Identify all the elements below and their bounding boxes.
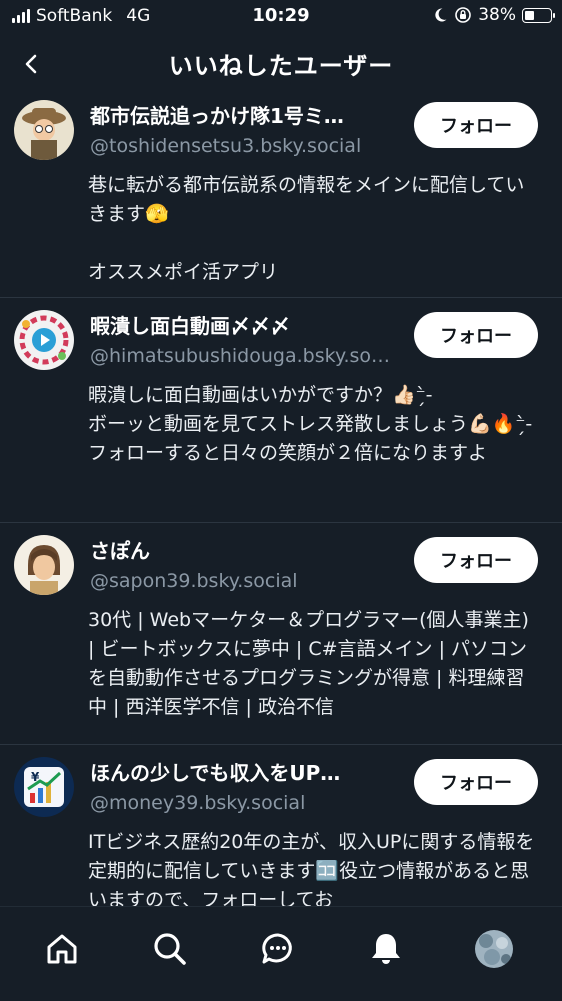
tab-chat[interactable] xyxy=(256,927,300,971)
profile-avatar xyxy=(475,930,513,968)
status-right: 38% xyxy=(432,5,555,25)
battery-percent: 38% xyxy=(478,5,516,25)
avatar[interactable] xyxy=(14,535,74,595)
avatar[interactable] xyxy=(14,310,74,370)
tab-profile[interactable] xyxy=(472,927,516,971)
follow-button[interactable]: フォロー xyxy=(414,759,538,805)
tab-home[interactable] xyxy=(40,927,84,971)
user-handle: @himatsubushidouga.bsky.social xyxy=(90,345,400,367)
user-name: 暇潰し面白動画〆〆〆 xyxy=(90,314,290,338)
user-bio: 暇潰しに面白動画はいかがですか？👍🏻⁻̗̀- ボーッと動画を見てストレス発散しま… xyxy=(88,384,533,464)
user-bio: 30代 | Webマーケター＆プログラマー(個人事業主) | ビートボックスに夢… xyxy=(88,609,535,718)
user-row[interactable]: ¥ ほんの少しでも収入をUP… @money39.bsky.social フォロ… xyxy=(0,745,562,906)
user-name: 都市伝説追っかけ隊1号ミ… xyxy=(90,104,344,128)
status-bar: SoftBank 4G 10:29 38% xyxy=(0,0,562,34)
user-list[interactable]: 都市伝説追っかけ隊1号ミ… @toshidensetsu3.bsky.socia… xyxy=(0,88,562,906)
tab-search[interactable] xyxy=(148,927,192,971)
follow-button[interactable]: フォロー xyxy=(414,312,538,358)
chat-icon xyxy=(262,933,292,964)
follow-button[interactable]: フォロー xyxy=(414,102,538,148)
user-row[interactable]: 都市伝説追っかけ隊1号ミ… @toshidensetsu3.bsky.socia… xyxy=(0,88,562,298)
page-title: いいねしたユーザー xyxy=(168,52,394,80)
tab-bar xyxy=(0,906,562,1001)
user-handle: @sapon39.bsky.social xyxy=(90,570,298,592)
bell-icon xyxy=(372,934,400,964)
user-bio: 巷に転がる都市伝説系の情報をメインに配信していきます🫣 オススメポイ活アプリ xyxy=(88,174,525,283)
svg-text:¥: ¥ xyxy=(31,770,40,784)
follow-button[interactable]: フォロー xyxy=(414,537,538,583)
avatar[interactable]: ¥ xyxy=(14,757,74,817)
tab-notifications[interactable] xyxy=(364,927,408,971)
orientation-lock-icon xyxy=(455,7,472,23)
user-handle: @money39.bsky.social xyxy=(90,792,306,814)
home-icon xyxy=(47,934,77,964)
user-name: さぽん xyxy=(90,539,150,563)
avatar[interactable] xyxy=(14,100,74,160)
user-bio: ITビジネス歴約20年の主が、収入UPに関する情報を定期的に配信していきます🈁役… xyxy=(88,831,535,906)
user-handle: @toshidensetsu3.bsky.social xyxy=(90,135,362,157)
header: いいねしたユーザー xyxy=(0,38,562,88)
user-row[interactable]: さぽん @sapon39.bsky.social フォロー 30代 | Webマ… xyxy=(0,523,562,745)
moon-icon xyxy=(435,8,447,22)
battery-icon xyxy=(522,7,555,23)
user-name: ほんの少しでも収入をUP… xyxy=(90,761,341,785)
user-row[interactable]: 暇潰し面白動画〆〆〆 @himatsubushidouga.bsky.socia… xyxy=(0,298,562,523)
search-icon xyxy=(154,933,186,965)
battery-fill xyxy=(525,10,534,20)
